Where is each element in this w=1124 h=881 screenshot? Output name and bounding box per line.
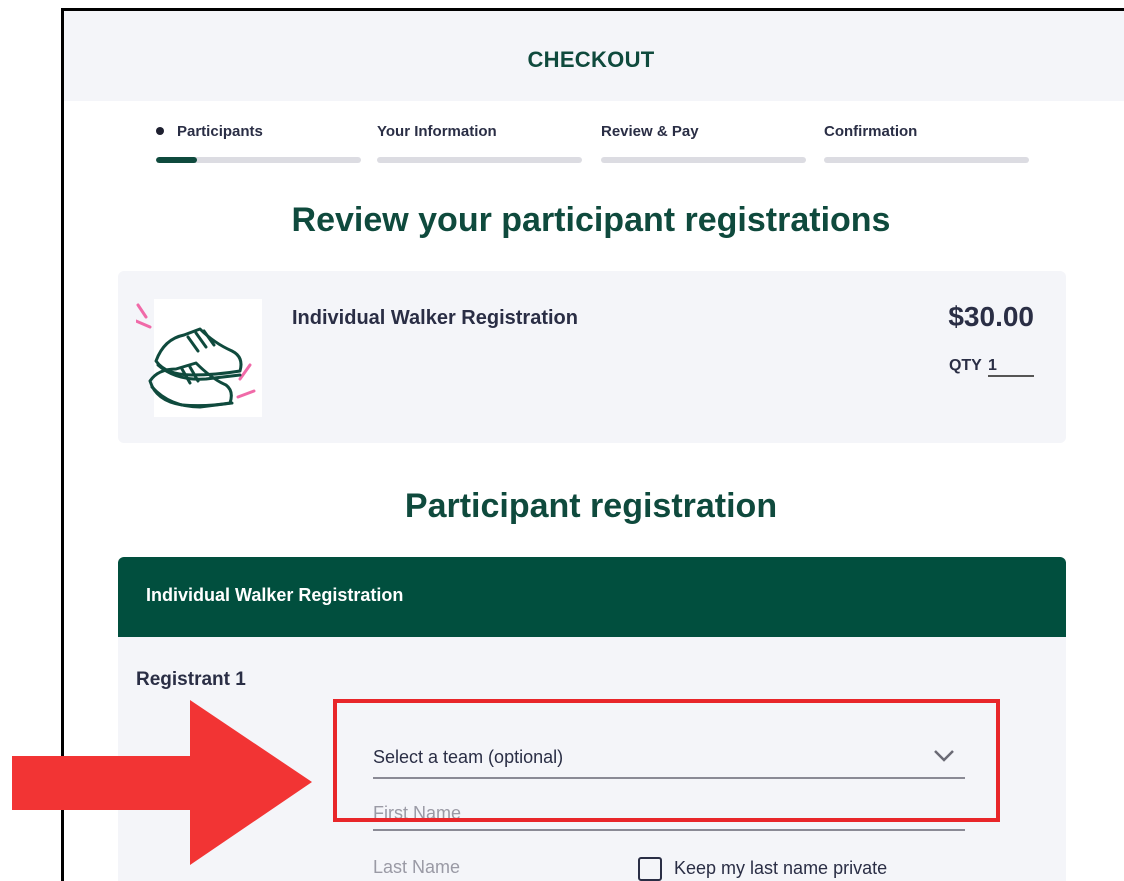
first-name-field[interactable]: First Name [373, 803, 965, 831]
keep-private-checkbox[interactable] [638, 857, 662, 881]
step-label: Confirmation [824, 123, 918, 140]
step-your-information[interactable]: Your Information [377, 123, 582, 163]
checkout-header: CHECKOUT [64, 11, 1124, 101]
quantity-field: QTY 1 [949, 357, 1034, 377]
step-label: Your Information [377, 123, 497, 140]
registration-item-card: Individual Walker Registration $30.00 QT… [118, 271, 1066, 443]
keep-private-option[interactable]: Keep my last name private [638, 857, 887, 881]
quantity-label: QTY [948, 357, 982, 374]
registration-panel-header: Individual Walker Registration [118, 557, 1066, 637]
item-price: $30.00 [948, 301, 1034, 332]
step-label: Participants [177, 123, 263, 140]
keep-private-label: Keep my last name private [674, 857, 888, 878]
step-review-pay[interactable]: Review & Pay [601, 123, 806, 163]
step-label: Review & Pay [601, 123, 699, 140]
last-name-field[interactable]: Last Name [373, 857, 460, 878]
review-heading: Review your participant registrations [291, 201, 891, 239]
registrant-label: Registrant 1 [136, 669, 246, 690]
step-progress-bar [156, 157, 361, 163]
step-confirmation[interactable]: Confirmation [824, 123, 1029, 163]
registration-heading: Participant registration [404, 487, 778, 525]
panel-title: Individual Walker Registration [146, 585, 404, 605]
step-progress-bar [601, 157, 806, 163]
step-progress-bar [824, 157, 1029, 163]
team-select[interactable]: Select a team (optional) [373, 743, 965, 779]
step-progress-bar [377, 157, 582, 163]
chevron-down-icon [934, 750, 954, 762]
first-name-placeholder: First Name [373, 803, 462, 823]
item-name: Individual Walker Registration [292, 307, 578, 329]
team-select-value: Select a team (optional) [373, 747, 564, 767]
page-title: CHECKOUT [527, 47, 655, 72]
checkout-stepper: Participants Your Information Review & P… [64, 123, 1124, 173]
pointer-arrow-icon [12, 700, 312, 865]
quantity-input[interactable]: 1 [988, 357, 1034, 377]
sneaker-icon [136, 299, 262, 417]
active-step-dot [156, 127, 164, 136]
step-participants[interactable]: Participants [156, 123, 361, 163]
